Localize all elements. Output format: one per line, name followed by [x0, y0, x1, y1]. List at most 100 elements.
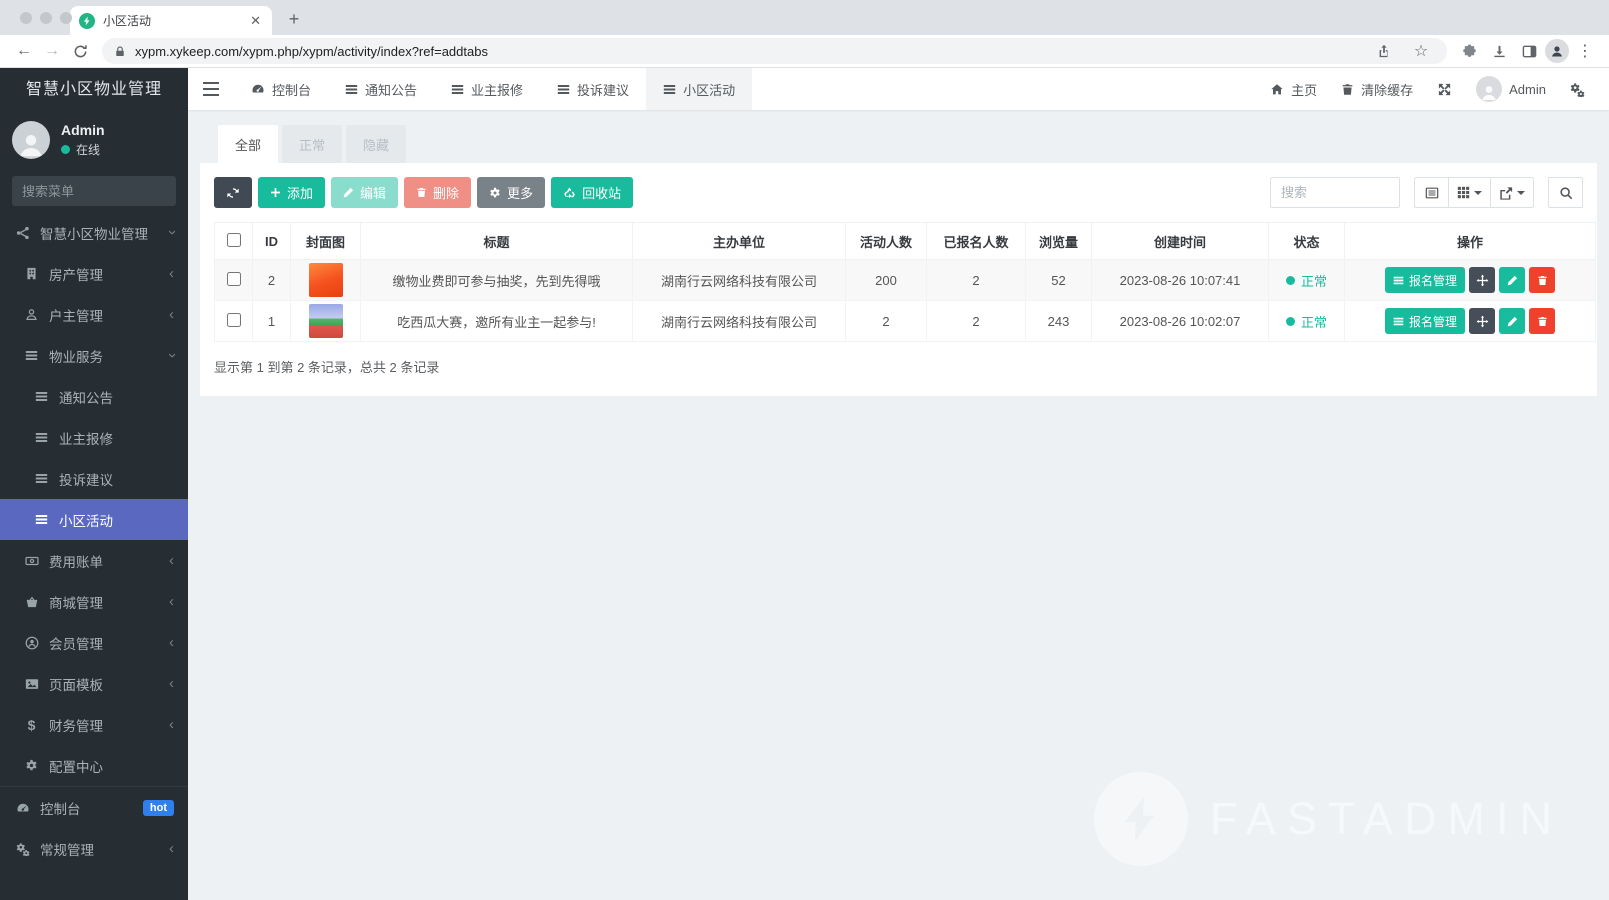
list-icon: [557, 83, 570, 96]
bookmark-star-icon[interactable]: ☆: [1407, 37, 1435, 65]
clear-cache-button[interactable]: 清除缓存: [1329, 68, 1425, 110]
drag-sort-button[interactable]: [1469, 267, 1495, 293]
address-bar[interactable]: xypm.xykeep.com/xypm.php/xypm/activity/i…: [102, 38, 1447, 64]
browser-profile-avatar[interactable]: [1545, 39, 1569, 63]
hamburger-icon[interactable]: [188, 68, 234, 110]
sidebar-item-config[interactable]: 配置中心: [0, 745, 188, 786]
sidebar-item-repairs[interactable]: 业主报修: [0, 417, 188, 458]
sidebar-item-finance[interactable]: $ 财务管理 ‹: [0, 704, 188, 745]
sidebar-item-smart-community[interactable]: 智慧小区物业管理 ‹: [0, 212, 188, 253]
menu-search-input[interactable]: [22, 183, 198, 199]
sidebar-item-bills[interactable]: 费用账单 ‹: [0, 540, 188, 581]
close-window-button[interactable]: [20, 12, 32, 24]
edit-button[interactable]: 编辑: [331, 177, 399, 208]
zoom-window-button[interactable]: [60, 12, 72, 24]
signup-manage-button[interactable]: 报名管理: [1384, 308, 1465, 334]
pagination-summary: 显示第 1 到第 2 条记录，总共 2 条记录: [214, 360, 440, 375]
sidebar-item-complaints[interactable]: 投诉建议: [0, 458, 188, 499]
arrows-move-icon: [1476, 315, 1489, 328]
download-icon[interactable]: [1485, 37, 1513, 65]
recycle-icon: [563, 186, 576, 199]
tab-complaints[interactable]: 投诉建议: [540, 68, 646, 110]
user-icon: [23, 308, 40, 321]
sidebar-item-owner[interactable]: 户主管理 ‹: [0, 294, 188, 335]
tab-repairs[interactable]: 业主报修: [434, 68, 540, 110]
row-delete-button[interactable]: [1529, 267, 1555, 293]
table-header-row: ID 封面图 标题 主办单位 活动人数 已报名人数 浏览量 创建时间 状态 操作: [214, 222, 1596, 260]
sidebar-item-members[interactable]: 会员管理 ‹: [0, 622, 188, 663]
online-dot-icon: [61, 145, 70, 154]
settings-button[interactable]: [1558, 68, 1597, 110]
sidebar-item-notices[interactable]: 通知公告: [0, 376, 188, 417]
export-dropdown-button[interactable]: [1491, 177, 1534, 208]
add-button[interactable]: 添加: [258, 177, 326, 208]
columns-dropdown-button[interactable]: [1449, 177, 1491, 208]
list-icon: [1393, 316, 1404, 327]
sidebar-item-activities[interactable]: 小区活动: [0, 499, 188, 540]
delete-button[interactable]: 删除: [404, 177, 472, 208]
back-icon[interactable]: ←: [10, 37, 38, 65]
row-checkbox[interactable]: [226, 312, 241, 327]
sidebar-item-label: 财务管理: [49, 718, 103, 734]
browser-tab[interactable]: 小区活动 ✕: [70, 6, 272, 35]
table-search-input[interactable]: [1270, 177, 1400, 208]
filter-tab-normal[interactable]: 正常: [282, 125, 343, 163]
tab-notices[interactable]: 通知公告: [328, 68, 434, 110]
filter-tab-all[interactable]: 全部: [218, 125, 279, 163]
row-edit-button[interactable]: [1499, 308, 1525, 334]
share-icon[interactable]: [1370, 37, 1398, 65]
cover-image[interactable]: [308, 263, 343, 297]
refresh-button[interactable]: [214, 177, 252, 208]
col-status[interactable]: 状态: [1268, 222, 1345, 260]
sidebar-item-services[interactable]: 物业服务 ‹: [0, 335, 188, 376]
extensions-puzzle-icon[interactable]: [1455, 37, 1483, 65]
select-all-checkbox[interactable]: [226, 232, 241, 247]
cover-image[interactable]: [308, 304, 343, 338]
col-created[interactable]: 创建时间: [1091, 222, 1269, 260]
sidebar-item-label: 控制台: [40, 801, 81, 817]
sidebar-item-mall[interactable]: 商城管理 ‹: [0, 581, 188, 622]
table-row: 1 吃西瓜大赛，邀所有业主一起参与! 湖南行云网络科技有限公司 2 2 243 …: [214, 300, 1596, 342]
reload-icon[interactable]: [66, 37, 94, 65]
col-signed-up[interactable]: 已报名人数: [926, 222, 1026, 260]
sidebar-item-dashboard[interactable]: 控制台 hot: [0, 787, 188, 828]
tab-activities[interactable]: 小区活动: [646, 68, 753, 110]
tab-close-icon[interactable]: ✕: [248, 13, 263, 29]
recycle-bin-button[interactable]: 回收站: [551, 177, 634, 208]
more-button[interactable]: 更多: [477, 177, 546, 208]
sidebar-item-general[interactable]: 常规管理 ‹: [0, 828, 188, 869]
row-edit-button[interactable]: [1499, 267, 1525, 293]
drag-sort-button[interactable]: [1469, 308, 1495, 334]
row-delete-button[interactable]: [1529, 308, 1555, 334]
forward-icon[interactable]: →: [38, 37, 66, 65]
tab-dashboard[interactable]: 控制台: [234, 68, 328, 110]
fullscreen-button[interactable]: [1425, 68, 1464, 110]
sidebar-item-templates[interactable]: 页面模板 ‹: [0, 663, 188, 704]
status-label: 正常: [1300, 273, 1327, 289]
chevron-down-icon: ‹: [163, 353, 180, 358]
col-organizer[interactable]: 主办单位: [632, 222, 846, 260]
advanced-search-button[interactable]: [1548, 177, 1583, 208]
col-cover[interactable]: 封面图: [290, 222, 361, 260]
app-title: 智慧小区物业管理: [25, 81, 162, 98]
filter-tab-hidden[interactable]: 隐藏: [346, 125, 407, 163]
col-capacity[interactable]: 活动人数: [845, 222, 927, 260]
reading-panel-icon[interactable]: [1515, 37, 1543, 65]
toggle-pane-button[interactable]: [1414, 177, 1449, 208]
cell-id: 1: [252, 300, 291, 342]
status-dot-icon: [1285, 316, 1295, 326]
new-tab-button[interactable]: +: [280, 5, 308, 33]
sidebar-item-property[interactable]: 房产管理 ‹: [0, 253, 188, 294]
user-panel: Admin 在线: [0, 112, 188, 168]
col-title[interactable]: 标题: [360, 222, 633, 260]
avatar: [12, 121, 50, 159]
browser-menu-icon[interactable]: ⋮: [1571, 37, 1599, 65]
home-button[interactable]: 主页: [1258, 68, 1329, 110]
signup-manage-button[interactable]: 报名管理: [1384, 267, 1465, 293]
admin-user-menu[interactable]: Admin: [1464, 68, 1558, 110]
col-views[interactable]: 浏览量: [1025, 222, 1092, 260]
cell-created: 2023-08-26 10:02:07: [1091, 300, 1269, 342]
minimize-window-button[interactable]: [40, 12, 52, 24]
col-id[interactable]: ID: [252, 222, 291, 260]
row-checkbox[interactable]: [226, 271, 241, 286]
